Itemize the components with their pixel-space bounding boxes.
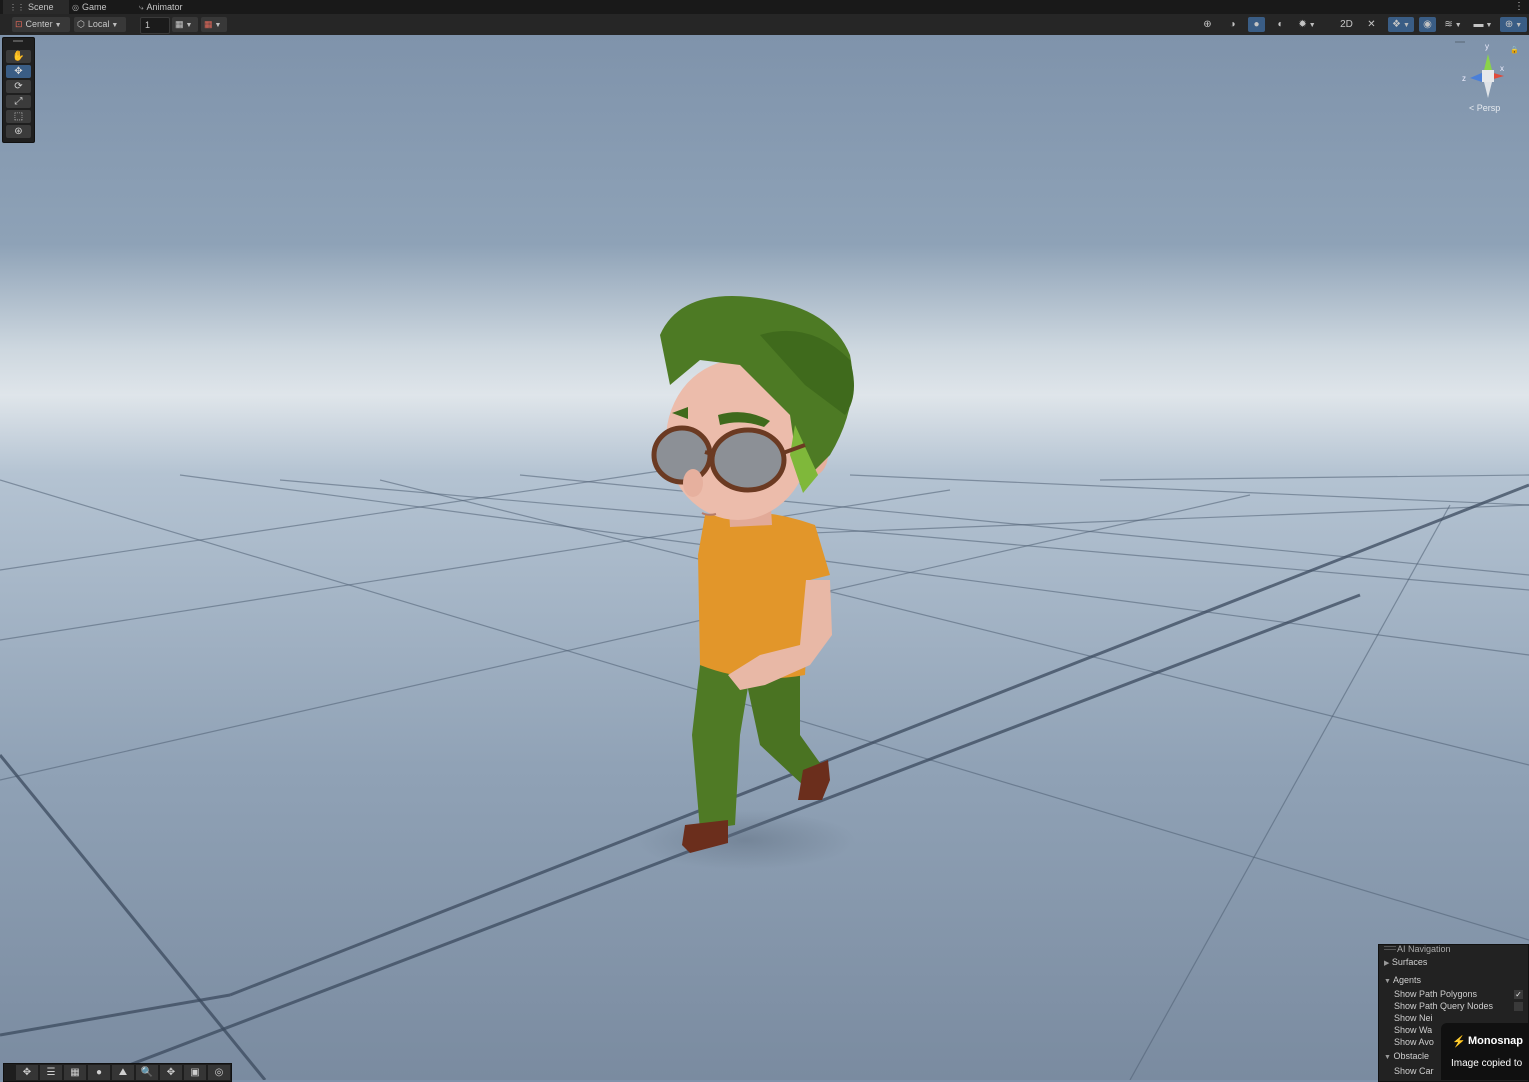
compass-icon[interactable]: ◎ [208,1065,230,1080]
pivot-mode-label: Center [25,19,53,29]
surfaces-foldout[interactable]: ▶ Surfaces [1384,957,1427,967]
show-path-polygons-label: Show Path Polygons [1394,989,1478,999]
scene-tools-overlay: ✋ ✥ ⟳ ⤢ ⬚ ⊛ [2,37,35,143]
lock-icon[interactable]: 🔒 [1510,46,1519,54]
chevron-down-icon: ▼ [185,22,193,29]
scene-visibility-icon[interactable]: ◉ [1419,17,1436,32]
chevron-down-icon: ▼ [1384,978,1391,985]
tab-scene[interactable]: ⋮⋮ Scene [3,0,69,14]
pivot-rotation-dropdown[interactable]: ⬡ Local ▼ [74,17,126,32]
gizmos-icon[interactable]: ⊕ ▼ [1500,17,1527,32]
orientation-gizmo[interactable]: 🔒 y x z < Persp [1455,38,1529,120]
agents-label: Agents [1392,975,1421,985]
zoom-icon[interactable]: 🔍 [136,1065,158,1080]
grid-snap-icon: ▦ [204,19,213,29]
scene-toolbar: ⊡ Center ▼ ⬡ Local ▼ 1 ▦ ▼ ▦ ▼ ⊕ ◑ ● ◐ ✹ ▼ 2D ✕… [0,14,1529,36]
show-path-query-nodes-label: Show Path Query Nodes [1394,1001,1494,1011]
chevron-down-icon: ▼ [111,22,119,29]
show-path-polygons-checkbox[interactable]: ✓ [1514,990,1523,999]
lightning-icon: ⚡ [1452,1036,1466,1048]
grid-snap-value: 1 [145,20,151,30]
ai-navigation-title: AI Navigation [1397,944,1451,954]
chevron-right-icon: ▶ [1384,960,1390,967]
projection-label[interactable]: < Persp [1469,103,1500,113]
editor-tab-bar: ⋮⋮ Scene ◎ Game ⤷ Animator ⋮ [0,0,1529,14]
monosnap-message: Image copied to [1451,1058,1523,1069]
grid-icon: ⋮⋮ [9,3,25,12]
show-path-query-nodes-checkbox[interactable] [1514,1002,1523,1011]
navmesh-icon[interactable]: ⛰ [112,1065,134,1080]
scene-effects-icon[interactable]: ❖ ▼ [1388,17,1414,32]
obstacles-foldout[interactable]: ▼ Obstacle [1384,1051,1429,1061]
rect-tool-icon[interactable]: ⬚ [6,110,31,123]
shaded-mode-icon[interactable]: ● [1248,17,1265,32]
surfaces-label: Surfaces [1391,957,1428,967]
tab-game-label: Game [81,2,107,12]
move-snap-icon[interactable]: ✥ [16,1065,38,1080]
gamepad-icon: ◎ [72,3,79,12]
monosnap-title: Monosnap [1468,1035,1523,1047]
chevron-down-icon: ▼ [214,22,222,29]
tab-animator-label: Animator [146,2,183,12]
pivot-mode-dropdown[interactable]: ⊡ Center ▼ [12,17,70,32]
tab-game[interactable]: ◎ Game [72,0,127,14]
obstacles-label: Obstacle [1393,1051,1429,1061]
scale-tool-icon[interactable]: ⤢ [6,95,31,108]
overlay-drag-handle[interactable] [1384,946,1396,950]
scene-camera-icon[interactable]: ▬ ▼ [1470,17,1496,32]
2d-toggle-icon[interactable]: 2D [1338,17,1355,32]
scene-render [0,35,1529,1080]
rotate-tool-icon[interactable]: ⟳ [6,80,31,93]
show-avoidance-label: Show Avo [1394,1037,1434,1047]
debug-draw-mode-icon[interactable]: ✹ ▼ [1294,17,1320,32]
chevron-down-icon: ▼ [1384,1054,1391,1061]
pan-icon[interactable]: ✥ [160,1065,182,1080]
hand-tool-icon[interactable]: ✋ [6,50,31,63]
grid-visibility-icon: ▦ [175,19,184,29]
show-neighbours-label: Show Nei [1394,1013,1433,1023]
wireframe-shading-icon[interactable]: ⊕ [1199,17,1216,32]
scene-viewport[interactable] [0,35,1529,1080]
grid-visibility-dropdown[interactable]: ▦ ▼ [172,17,198,32]
hidden-objects-icon[interactable]: ≋ ▼ [1440,17,1466,32]
pivot-icon: ⊡ [15,19,23,29]
gizmo-z-label: z [1462,74,1466,83]
cube-icon: ⬡ [77,19,85,29]
monosnap-notification[interactable]: ⚡ Monosnap Image copied to [1441,1023,1529,1080]
sphere-icon[interactable]: ● [88,1065,110,1080]
chevron-down-icon: ▼ [54,22,62,29]
move-tool-icon[interactable]: ✥ [6,65,31,78]
unlit-mode-icon[interactable]: ◐ [1272,17,1289,32]
bottom-overlay-toolbar: ✥ ☰ ▦ ● ⛰ 🔍 ✥ ▣ ◎ [3,1063,232,1082]
pivot-rotation-label: Local [87,19,110,29]
tab-scene-label: Scene [28,2,54,12]
grid-toggle-icon[interactable]: ▦ [64,1065,86,1080]
transform-tool-icon[interactable]: ⊛ [6,125,31,138]
settings-sliders-icon[interactable]: ☰ [40,1065,62,1080]
gizmo-y-label: y [1485,42,1489,51]
lighting-toggle-icon[interactable]: ✕ [1363,17,1380,32]
snap-increment-dropdown[interactable]: ▦ ▼ [201,17,227,32]
more-options-icon[interactable]: ⋮ [1514,0,1524,14]
tab-animator[interactable]: ⤷ Animator [139,0,199,14]
show-walls-label: Show Wa [1394,1025,1433,1035]
shaded-wireframe-icon[interactable]: ◑ [1224,17,1241,32]
animator-icon: ⤷ [139,3,144,12]
grid-snap-field[interactable]: 1 [140,17,170,34]
camera-icon[interactable]: ▣ [184,1065,206,1080]
overlay-drag-handle[interactable] [13,40,23,42]
show-carve-label: Show Car [1394,1066,1434,1076]
agents-foldout[interactable]: ▼ Agents [1384,975,1421,985]
gizmo-x-label: x [1500,64,1504,73]
